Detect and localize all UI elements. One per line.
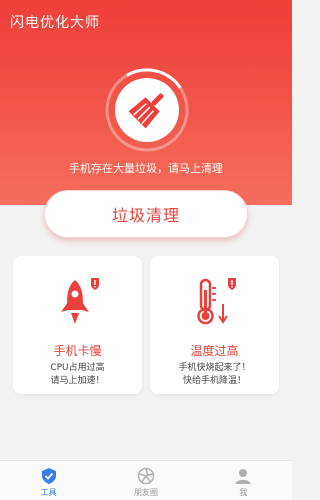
tab-label: 我 — [239, 488, 248, 497]
thermometer-icon — [197, 278, 236, 325]
aperture-icon — [137, 467, 155, 485]
shield-check-icon — [41, 468, 56, 484]
card-description: 手机快烧起来了！ 快给手机降温！ — [150, 362, 279, 388]
card-desc-line: 快给手机降温！ — [182, 376, 246, 386]
card-phone-slow[interactable]: 手机卡慢 CPU占用过高 请马上加速！ — [13, 256, 142, 394]
card-desc-line: 请马上加速！ — [50, 376, 105, 386]
app-title: 闪电优化大师 — [10, 15, 100, 31]
tab-tools[interactable]: 工具 — [0, 461, 97, 500]
junk-clean-button[interactable]: 垃圾清理 — [44, 190, 248, 238]
card-desc-line: CPU占用过高 — [50, 363, 105, 373]
card-title: 手机卡慢 — [53, 344, 102, 358]
tab-moments[interactable]: 朋友圈 — [97, 461, 194, 500]
user-icon — [235, 469, 251, 484]
hero-banner: 闪电优化大师 手机存在大量垃圾，请马上清理 — [0, 0, 292, 205]
rocket-icon — [61, 278, 99, 324]
broom-icon[interactable] — [105, 68, 189, 152]
tab-label: 朋友圈 — [133, 488, 158, 497]
card-desc-line: 手机快烧起来了！ — [178, 363, 251, 373]
hero-message: 手机存在大量垃圾，请马上清理 — [69, 162, 223, 175]
tab-me[interactable]: 我 — [195, 461, 292, 500]
card-high-temperature[interactable]: 温度过高 手机快烧起来了！ 快给手机降温！ — [150, 256, 279, 394]
card-title: 温度过高 — [190, 344, 239, 358]
card-description: CPU占用过高 请马上加速！ — [13, 362, 142, 388]
bottom-tab-bar: 工具 朋友圈 我 — [0, 460, 292, 500]
tab-label: 工具 — [40, 488, 57, 497]
